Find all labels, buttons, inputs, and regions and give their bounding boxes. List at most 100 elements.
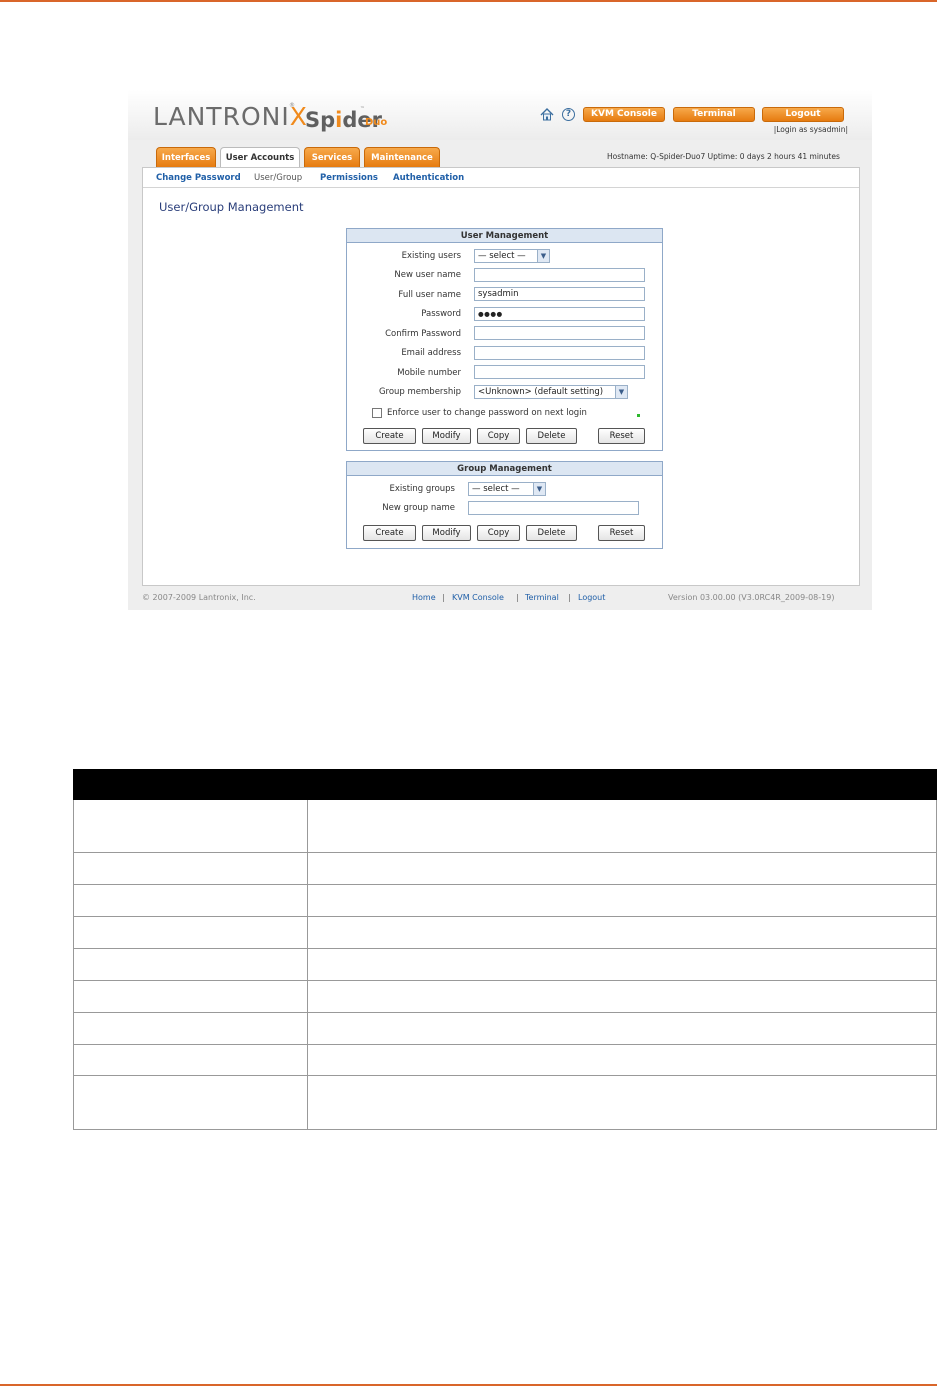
page-title: User/Group Management — [159, 200, 304, 214]
new-group-name-label: New group name — [382, 503, 455, 513]
tab-maintenance[interactable]: Maintenance — [364, 147, 440, 167]
full-user-name-label: Full user name — [398, 290, 461, 300]
tab-services[interactable]: Services — [304, 147, 360, 167]
new-group-name-input[interactable] — [468, 501, 639, 515]
trademark-mark: ™ — [360, 106, 365, 112]
full-user-name-input[interactable]: sysadmin — [474, 287, 645, 301]
table-cell — [307, 980, 937, 1013]
table-row — [73, 852, 937, 885]
user-copy-button[interactable]: Copy — [477, 428, 520, 444]
user-delete-button[interactable]: Delete — [526, 428, 577, 444]
table-cell — [307, 1075, 937, 1130]
table-cell — [307, 1012, 937, 1045]
table-header-row — [73, 769, 937, 800]
email-address-input[interactable] — [474, 346, 645, 360]
logout-button[interactable]: Logout — [762, 107, 844, 122]
table-cell — [73, 852, 308, 885]
new-user-name-label: New user name — [394, 270, 461, 280]
duo-logo: Duo — [365, 117, 388, 128]
footer-separator: | — [516, 593, 519, 602]
table-header-cell — [307, 769, 937, 800]
password-input[interactable]: ●●●● — [474, 307, 645, 321]
table-cell — [307, 799, 937, 853]
mobile-number-input[interactable] — [474, 365, 645, 379]
footer-separator: | — [568, 593, 571, 602]
group-create-button[interactable]: Create — [363, 525, 416, 541]
new-user-name-input[interactable] — [474, 268, 645, 282]
footer-home-link[interactable]: Home — [412, 593, 436, 602]
table-row — [73, 884, 937, 917]
group-copy-button[interactable]: Copy — [477, 525, 520, 541]
group-reset-button[interactable]: Reset — [598, 525, 645, 541]
user-reset-button[interactable]: Reset — [598, 428, 645, 444]
group-modify-button[interactable]: Modify — [422, 525, 471, 541]
existing-groups-label: Existing groups — [389, 484, 456, 494]
tab-user-accounts[interactable]: User Accounts — [220, 147, 300, 168]
footer-logout-link[interactable]: Logout — [578, 593, 605, 602]
registered-mark: ® — [289, 102, 295, 109]
group-membership-label: Group membership — [378, 387, 461, 397]
table-row — [73, 980, 937, 1013]
user-create-button[interactable]: Create — [363, 428, 416, 444]
table-cell — [73, 1075, 308, 1130]
footer-kvm-console-link[interactable]: KVM Console — [452, 593, 504, 602]
table-cell — [307, 948, 937, 981]
version-info: Version 03.00.00 (V3.0RC4R_2009-08-19) — [668, 593, 835, 602]
group-management-panel: Group Management Existing groups — selec… — [346, 461, 663, 549]
table-row — [73, 799, 937, 853]
table-cell — [73, 980, 308, 1013]
table-row — [73, 948, 937, 981]
kvm-console-button[interactable]: KVM Console — [583, 107, 665, 122]
group-delete-button[interactable]: Delete — [526, 525, 577, 541]
table-cell — [307, 1044, 937, 1076]
subnav-change-password[interactable]: Change Password — [156, 173, 241, 183]
table-header-cell — [73, 769, 308, 800]
chevron-down-icon: ▼ — [533, 483, 545, 495]
table-cell — [307, 852, 937, 885]
host-uptime-info: Hostname: Q-Spider-Duo7 Uptime: 0 days 2… — [607, 152, 840, 161]
lantronix-logo: LANTRONIX — [153, 102, 308, 131]
table-cell — [73, 1044, 308, 1076]
enforce-password-change-checkbox[interactable] — [372, 408, 382, 418]
table-row — [73, 1012, 937, 1045]
login-status: |Login as sysadmin| — [773, 125, 848, 134]
home-icon[interactable] — [540, 108, 554, 121]
table-row — [73, 916, 937, 949]
group-membership-select[interactable]: <Unknown> (default setting) ▼ — [474, 385, 628, 399]
email-address-label: Email address — [401, 348, 461, 358]
table-cell — [73, 1012, 308, 1045]
user-modify-button[interactable]: Modify — [422, 428, 471, 444]
app-header: LANTRONIX ® Spider ™ Duo ? KVM Console T… — [128, 90, 872, 140]
user-management-panel: User Management Existing users — select … — [346, 228, 663, 451]
table-row — [73, 1044, 937, 1076]
settings-table — [73, 769, 937, 1130]
chevron-down-icon: ▼ — [537, 250, 549, 262]
status-dot-icon — [637, 414, 640, 417]
bottom-rule — [0, 1384, 937, 1386]
subnav-authentication[interactable]: Authentication — [393, 173, 464, 183]
content-area: Change Password User/Group Permissions A… — [142, 167, 860, 586]
top-rule — [0, 0, 937, 2]
chevron-down-icon: ▼ — [615, 386, 627, 398]
confirm-password-input[interactable] — [474, 326, 645, 340]
help-icon[interactable]: ? — [562, 108, 575, 121]
existing-groups-select[interactable]: — select — ▼ — [468, 482, 546, 496]
terminal-button[interactable]: Terminal — [673, 107, 755, 122]
existing-users-select[interactable]: — select — ▼ — [474, 249, 550, 263]
tab-interfaces[interactable]: Interfaces — [156, 147, 216, 167]
subnav-user-group[interactable]: User/Group — [254, 173, 302, 183]
user-management-title: User Management — [347, 229, 662, 243]
copyright: © 2007-2009 Lantronix, Inc. — [142, 593, 256, 602]
table-row — [73, 1075, 937, 1130]
subnav-permissions[interactable]: Permissions — [320, 173, 378, 183]
table-cell — [307, 916, 937, 949]
table-cell — [307, 884, 937, 917]
confirm-password-label: Confirm Password — [385, 329, 461, 339]
table-cell — [73, 884, 308, 917]
table-cell — [73, 948, 308, 981]
footer-terminal-link[interactable]: Terminal — [525, 593, 559, 602]
table-cell — [73, 799, 308, 853]
password-label: Password — [421, 309, 461, 319]
table-cell — [73, 916, 308, 949]
mobile-number-label: Mobile number — [397, 368, 461, 378]
